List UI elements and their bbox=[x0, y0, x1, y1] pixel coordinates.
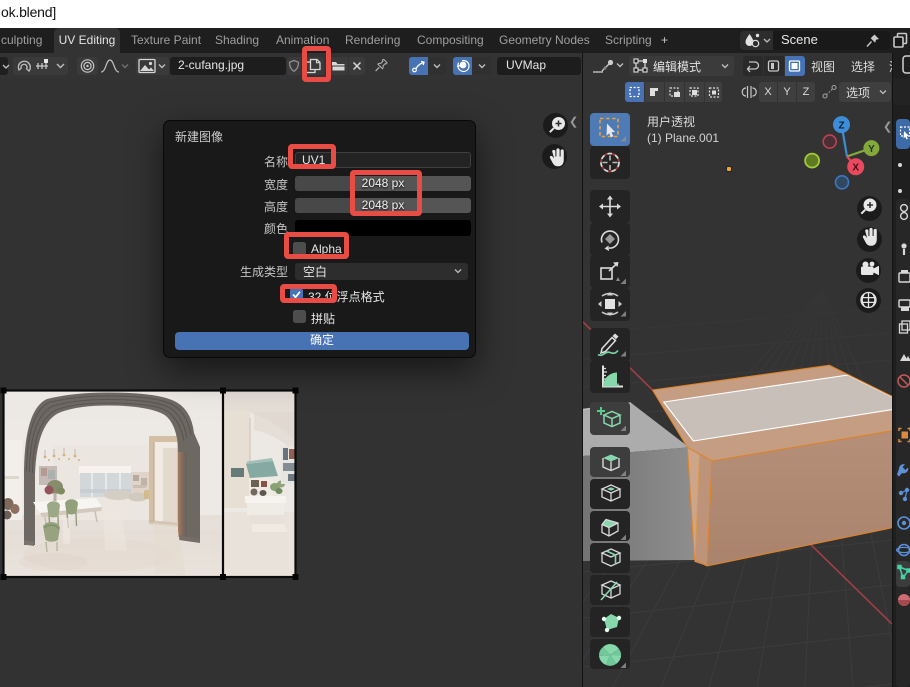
svg-text:Z: Z bbox=[838, 120, 844, 131]
svg-text:Y: Y bbox=[868, 144, 875, 155]
svg-text:X: X bbox=[852, 163, 859, 174]
